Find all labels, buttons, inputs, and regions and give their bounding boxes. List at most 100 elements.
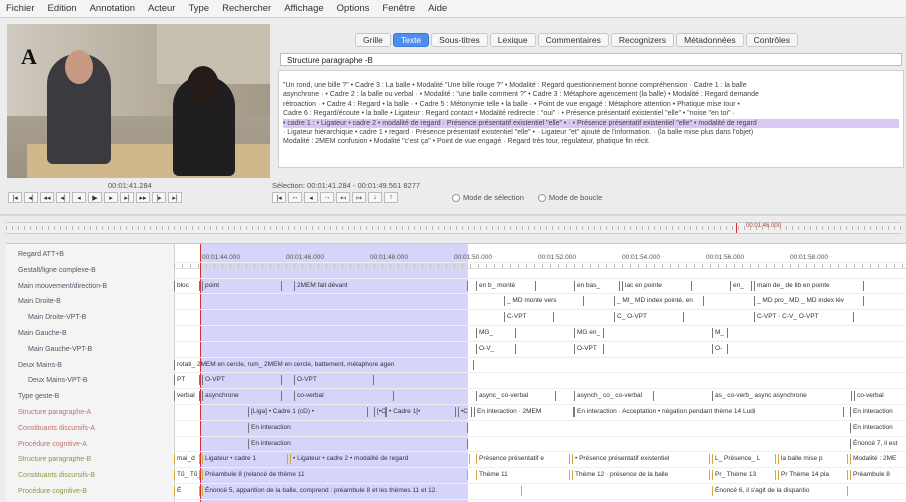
media-control-button[interactable]: ▸|: [120, 192, 134, 203]
tier-name[interactable]: Structure paragraphe-B: [6, 453, 91, 466]
annotation-cell[interactable]: la balle mise p: [778, 454, 848, 465]
media-control-button[interactable]: ◂|: [56, 192, 70, 203]
annotation-cell[interactable]: C-VPT · C-V_ O-VPT: [754, 312, 854, 323]
annotation-cell[interactable]: mai_d: [174, 454, 200, 465]
annotation-cell[interactable]: asynchrone: [202, 391, 282, 402]
media-control-button[interactable]: ◂|: [24, 192, 38, 203]
menu-item[interactable]: Rechercher: [222, 3, 271, 14]
annotation-cell[interactable]: Tů_ Tů_: [174, 470, 200, 481]
tier-name[interactable]: Main Droite-VPT-B: [6, 311, 86, 324]
video-player[interactable]: A: [7, 24, 270, 178]
menu-item[interactable]: Fenêtre: [382, 3, 415, 14]
menu-item[interactable]: Options: [337, 3, 370, 14]
annotation-cell[interactable]: lac en pointe: [622, 280, 692, 291]
annotation-cell[interactable]: verbal: [174, 391, 200, 402]
annotation-cell[interactable]: O-VPT: [202, 375, 282, 386]
tab-recognizers[interactable]: Recognizers: [610, 33, 675, 47]
annotation-cell[interactable]: Ligateur • cadre 1: [202, 454, 288, 465]
menu-item[interactable]: Aide: [428, 3, 447, 14]
pane-divider[interactable]: [0, 214, 906, 216]
mode-checkbox[interactable]: Mode de boucle: [538, 193, 602, 202]
annotation-cell[interactable]: Préambule 8 (relancé de thème 11: [202, 470, 468, 481]
annotation-cell[interactable]: C_ O-VPT: [614, 312, 684, 323]
tier-name[interactable]: Constituants discursifs-A: [6, 422, 95, 435]
menu-item[interactable]: Fichier: [6, 3, 35, 14]
annotation-cell[interactable]: Thème 12 · présence de la balle: [572, 470, 710, 481]
selection-control-button[interactable]: |◂: [272, 192, 286, 203]
tier-name[interactable]: Main mouvement/direction-B: [6, 280, 107, 293]
tier-select-dropdown[interactable]: Structure paragraphe -B: [280, 53, 902, 66]
annotation-cell[interactable]: Modalité : 2ME: [850, 454, 906, 465]
tier-name[interactable]: Main Droite-B: [6, 295, 61, 308]
annotation-cell[interactable]: En interaction: [248, 422, 468, 433]
tier-name[interactable]: Deux Mains-VPT-B: [6, 374, 88, 387]
annotation-cell[interactable]: main de_ de lib en pointe: [754, 280, 864, 291]
tier-name[interactable]: Main Gauche-VPT-B: [6, 343, 92, 356]
annotation-cell[interactable]: Présence présentatif e: [476, 454, 570, 465]
annotation-cell[interactable]: en b_ monté: [476, 280, 536, 291]
annotation-cell[interactable]: _ MD monte vers: [504, 296, 584, 307]
selection-control-button[interactable]: ↓: [368, 192, 382, 203]
tier-tracks[interactable]: 00:01:44.000 00:01:46.000 00:01:48.000 00:0…: [174, 244, 906, 502]
annotation-cell[interactable]: O-VPT: [574, 343, 604, 354]
tier-name[interactable]: Procédure cognitive-A: [6, 438, 87, 451]
annotation-cell[interactable]: En interaction: [850, 422, 906, 433]
tier-name[interactable]: Structure paragraphe-A: [6, 406, 91, 419]
tier-name[interactable]: Main Gauche-B: [6, 327, 67, 340]
media-control-button[interactable]: ▸: [104, 192, 118, 203]
tier-name[interactable]: Constituants discursifs-B: [6, 469, 95, 482]
tier-name[interactable]: Gestalt/ligne complexe-B: [6, 264, 96, 277]
media-control-button[interactable]: ▶: [88, 192, 102, 203]
annotation-cell[interactable]: en_: [730, 280, 752, 291]
media-control-button[interactable]: ◂: [72, 192, 86, 203]
tier-name[interactable]: Procédure cognitive-B: [6, 485, 87, 498]
annotation-cell[interactable]: O-V_: [476, 343, 516, 354]
media-control-button[interactable]: |◂: [8, 192, 22, 203]
annotation-cell[interactable]: O-: [712, 343, 728, 354]
annotation-cell[interactable]: • Présence présentatif existentiel: [572, 454, 710, 465]
annotation-cell[interactable]: MG en_: [574, 328, 604, 338]
tab-grille[interactable]: Grille: [355, 33, 391, 47]
selection-control-button[interactable]: →: [320, 192, 334, 203]
tab-texte[interactable]: Texte: [392, 33, 430, 47]
annotation-cell[interactable]: En interaction · 2MEM: [474, 407, 574, 417]
selection-control-button[interactable]: ↤: [336, 192, 350, 203]
tab-commentaires[interactable]: Commentaires: [537, 33, 609, 47]
media-control-button[interactable]: ▸|: [168, 192, 182, 203]
annotation-cell[interactable]: MG_: [476, 328, 516, 338]
selection-control-button[interactable]: ◂: [304, 192, 318, 203]
tab-lexique[interactable]: Lexique: [489, 33, 536, 47]
annotation-cell[interactable]: Énoncé 6, il s'agit de la disparitio: [712, 486, 848, 496]
annotation-cell[interactable]: 2MEM fait dévant: [294, 280, 468, 291]
tab-contr-les[interactable]: Contrôles: [745, 33, 799, 47]
annotation-timeline[interactable]: Regard ATT+B Gestalt/ligne complexe-B Main…: [6, 243, 906, 502]
tier-name[interactable]: Regard ATT+B: [6, 248, 64, 261]
menu-item[interactable]: Edition: [48, 3, 77, 14]
annotation-cell[interactable]: M_: [712, 328, 728, 338]
selection-control-button[interactable]: ↦: [352, 192, 366, 203]
annotation-cell[interactable]: L_ Présence_ L: [712, 454, 776, 465]
annotation-cell[interactable]: En interaction · Acceptation • négation …: [574, 407, 844, 417]
annotation-cell[interactable]: asynch_ co_ co-verbal: [574, 391, 654, 402]
annotation-cell[interactable]: _ MI_ MD index pointé, en: [614, 296, 704, 307]
annotation-cell[interactable]: C-VPT: [504, 312, 554, 323]
annotation-cell[interactable]: É: [174, 486, 200, 496]
annotation-cell[interactable]: [•C]: [374, 407, 386, 417]
annotation-cell[interactable]: Pr Thème 14 pla: [778, 470, 848, 481]
annotation-cell[interactable]: PT: [174, 375, 200, 386]
annotation-cell[interactable]: _ MD pro_ MD _ MD index lév: [754, 296, 864, 307]
menu-item[interactable]: Acteur: [148, 3, 175, 14]
text-viewer[interactable]: "Un rond, une bille ?" • Cadre 3 : La ba…: [278, 70, 904, 168]
annotation-cell[interactable]: En interaction: [248, 438, 468, 449]
annotation-cell[interactable]: async_ co-verbal: [476, 391, 556, 402]
annotation-cell[interactable]: • Cadre 1[•: [386, 407, 456, 417]
annotation-cell[interactable]: point: [202, 280, 282, 291]
timeline-overview[interactable]: 00:01:46.000: [6, 222, 902, 234]
menu-item[interactable]: Affichage: [284, 3, 323, 14]
tab-sous-titres[interactable]: Sous-titres: [431, 33, 488, 47]
media-control-button[interactable]: ▸▸: [136, 192, 150, 203]
selection-control-button[interactable]: ↑: [384, 192, 398, 203]
annotation-cell[interactable]: Énoncé 7, il est: [850, 438, 906, 449]
annotation-cell[interactable]: Énoncé 5, apparition de la balle, compre…: [202, 486, 522, 496]
annotation-cell[interactable]: •C: [458, 407, 472, 417]
